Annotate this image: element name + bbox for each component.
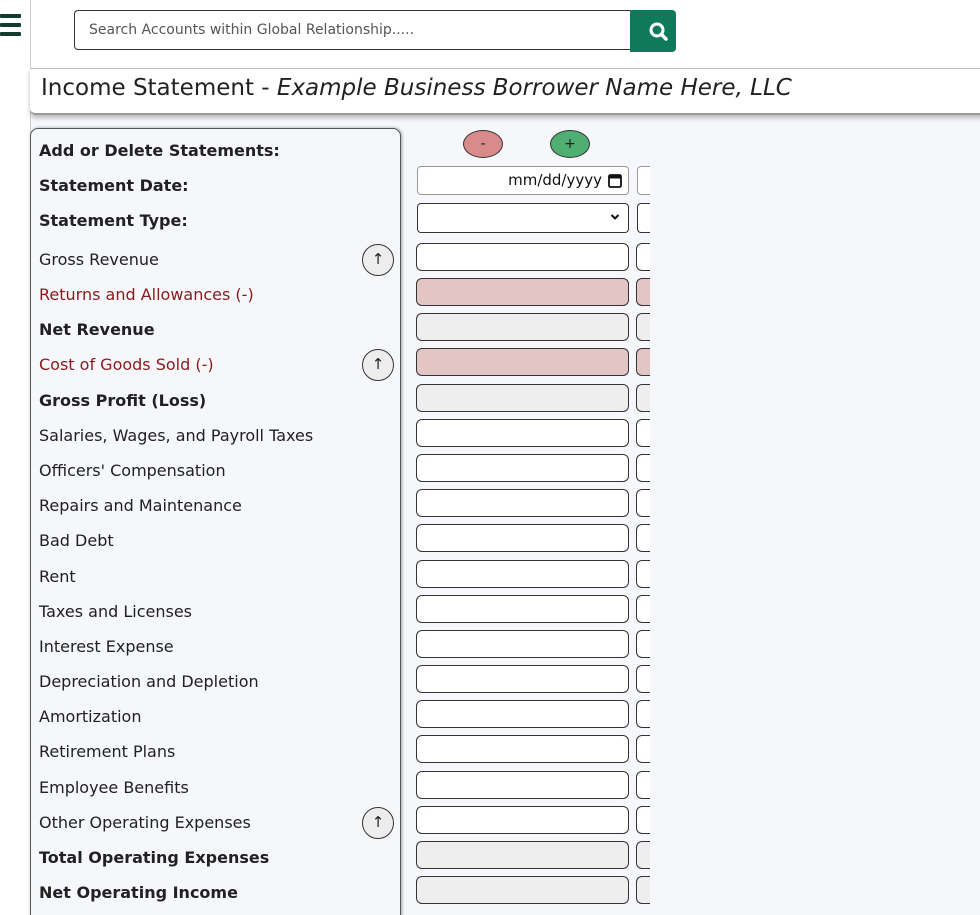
statement-value-input[interactable] [416, 630, 629, 658]
calendar-icon[interactable] [608, 173, 622, 188]
statement-value-input-2 [636, 841, 650, 869]
statement-value-input[interactable] [416, 489, 629, 517]
statement-value-input[interactable] [416, 560, 629, 588]
statement-value-input-2[interactable] [636, 735, 650, 763]
statement-value-input [416, 876, 629, 904]
statement-value-input-2[interactable] [636, 419, 650, 447]
statement-value-input-2[interactable] [636, 665, 650, 693]
chevron-down-icon [610, 214, 620, 220]
statement-value-input[interactable] [416, 278, 629, 306]
statement-date-input[interactable]: mm/dd/yyyy [417, 166, 629, 195]
statement-value-input-2[interactable] [636, 278, 650, 306]
statement-type-select-2[interactable] [637, 203, 650, 233]
statement-value-input-2[interactable] [636, 348, 650, 376]
statement-value-input[interactable] [416, 595, 629, 623]
statement-value-input[interactable] [416, 419, 629, 447]
statement-value-input-2 [636, 384, 650, 412]
statement-value-input-2 [636, 313, 650, 341]
statement-date-input-2[interactable] [637, 166, 650, 195]
statement-value-input[interactable] [416, 348, 629, 376]
statement-value-input-2[interactable] [636, 700, 650, 728]
statement-value-input[interactable] [416, 454, 629, 482]
app-root: Income Statement - Example Business Borr… [0, 0, 980, 915]
statement-value-input [416, 313, 629, 341]
statement-value-input[interactable] [416, 524, 629, 552]
statement-value-input[interactable] [416, 243, 629, 271]
statement-columns: mm/dd/yyyy [0, 0, 650, 915]
statement-value-input-2[interactable] [636, 595, 650, 623]
statement-value-input-2[interactable] [636, 489, 650, 517]
statement-value-input-2[interactable] [636, 524, 650, 552]
statement-value-input [416, 841, 629, 869]
statement-value-input[interactable] [416, 806, 629, 834]
statement-value-input[interactable] [416, 665, 629, 693]
statement-value-input[interactable] [416, 735, 629, 763]
date-placeholder: mm/dd/yyyy [508, 171, 602, 189]
statement-value-input-2 [636, 876, 650, 904]
statement-value-input-2[interactable] [636, 630, 650, 658]
statement-value-input-2[interactable] [636, 560, 650, 588]
statement-value-input-2[interactable] [636, 243, 650, 271]
statement-value-input[interactable] [416, 771, 629, 799]
statement-value-input [416, 384, 629, 412]
statement-value-input-2[interactable] [636, 806, 650, 834]
statement-value-input[interactable] [416, 700, 629, 728]
statement-value-input-2[interactable] [636, 454, 650, 482]
statement-type-select[interactable] [417, 203, 629, 233]
statement-value-input-2[interactable] [636, 771, 650, 799]
